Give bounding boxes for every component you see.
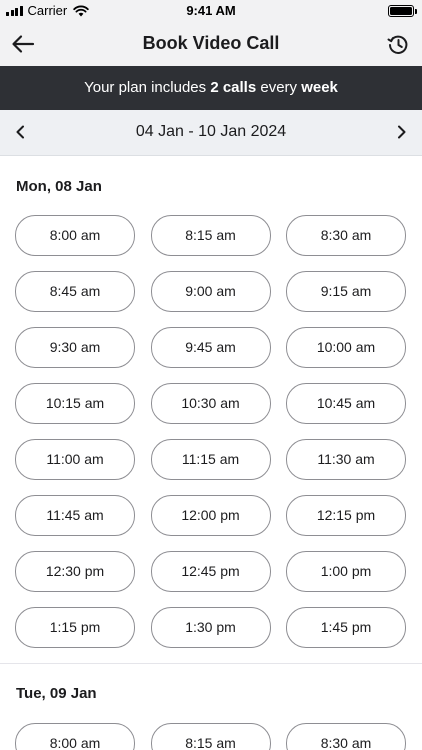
time-slot-button[interactable]: 12:30 pm bbox=[15, 551, 135, 592]
day-divider bbox=[0, 663, 422, 664]
plan-middle: every bbox=[256, 79, 302, 96]
time-slot-button[interactable]: 12:45 pm bbox=[150, 551, 271, 592]
plan-period: week bbox=[301, 79, 338, 96]
week-selector: 04 Jan - 10 Jan 2024 bbox=[0, 110, 422, 156]
plan-banner: Your plan includes 2 calls every week bbox=[0, 66, 422, 110]
time-slot-button[interactable]: 10:45 am bbox=[286, 383, 406, 424]
time-slot-button[interactable]: 1:15 pm bbox=[15, 607, 135, 648]
time-slot-button[interactable]: 11:30 am bbox=[286, 439, 406, 480]
status-time: 9:41 AM bbox=[186, 3, 236, 18]
time-slot-button[interactable]: 8:00 am bbox=[15, 723, 135, 750]
time-slot-button[interactable]: 11:15 am bbox=[150, 439, 271, 480]
week-range-label: 04 Jan - 10 Jan 2024 bbox=[135, 123, 287, 140]
time-slot-button[interactable]: 10:15 am bbox=[15, 383, 135, 424]
time-slot-button[interactable]: 12:00 pm bbox=[150, 495, 271, 536]
time-slot-button[interactable]: 9:45 am bbox=[150, 327, 271, 368]
battery-icon bbox=[388, 5, 417, 17]
time-slot-button[interactable]: 1:00 pm bbox=[286, 551, 406, 592]
day-title: Tue, 09 Jan bbox=[16, 685, 97, 702]
page-title: Book Video Call bbox=[142, 33, 280, 53]
time-slot-grid: 8:00 am 8:15 am 8:30 am bbox=[15, 723, 407, 750]
nav-bar: Book Video Call bbox=[0, 22, 422, 66]
plan-prefix: Your plan includes bbox=[84, 79, 211, 96]
time-slot-button[interactable]: 9:30 am bbox=[15, 327, 135, 368]
plan-calls: 2 calls bbox=[210, 79, 257, 96]
time-slot-button[interactable]: 12:15 pm bbox=[286, 495, 406, 536]
time-slot-button[interactable]: 1:45 pm bbox=[286, 607, 406, 648]
time-slot-grid: 8:00 am 8:15 am 8:30 am 8:45 am 9:00 am … bbox=[15, 215, 407, 648]
history-clock-icon[interactable] bbox=[386, 32, 410, 56]
time-slot-button[interactable]: 10:00 am bbox=[286, 327, 406, 368]
battery-fill bbox=[390, 7, 412, 15]
time-slot-button[interactable]: 11:00 am bbox=[15, 439, 135, 480]
time-slot-button[interactable]: 11:45 am bbox=[15, 495, 135, 536]
time-slot-button[interactable]: 8:45 am bbox=[15, 271, 135, 312]
chevron-right-icon[interactable] bbox=[390, 121, 412, 143]
time-slot-button[interactable]: 8:15 am bbox=[150, 215, 271, 256]
day-title: Mon, 08 Jan bbox=[16, 178, 102, 195]
time-slot-button[interactable]: 8:30 am bbox=[286, 723, 406, 750]
time-slot-button[interactable]: 9:00 am bbox=[150, 271, 271, 312]
time-slot-button[interactable]: 10:30 am bbox=[150, 383, 271, 424]
time-slot-button[interactable]: 8:00 am bbox=[15, 215, 135, 256]
time-slot-button[interactable]: 1:30 pm bbox=[150, 607, 271, 648]
status-bar: Carrier 9:41 AM bbox=[0, 0, 422, 22]
time-slot-button[interactable]: 8:15 am bbox=[150, 723, 271, 750]
time-slot-button[interactable]: 9:15 am bbox=[286, 271, 406, 312]
time-slot-button[interactable]: 8:30 am bbox=[286, 215, 406, 256]
